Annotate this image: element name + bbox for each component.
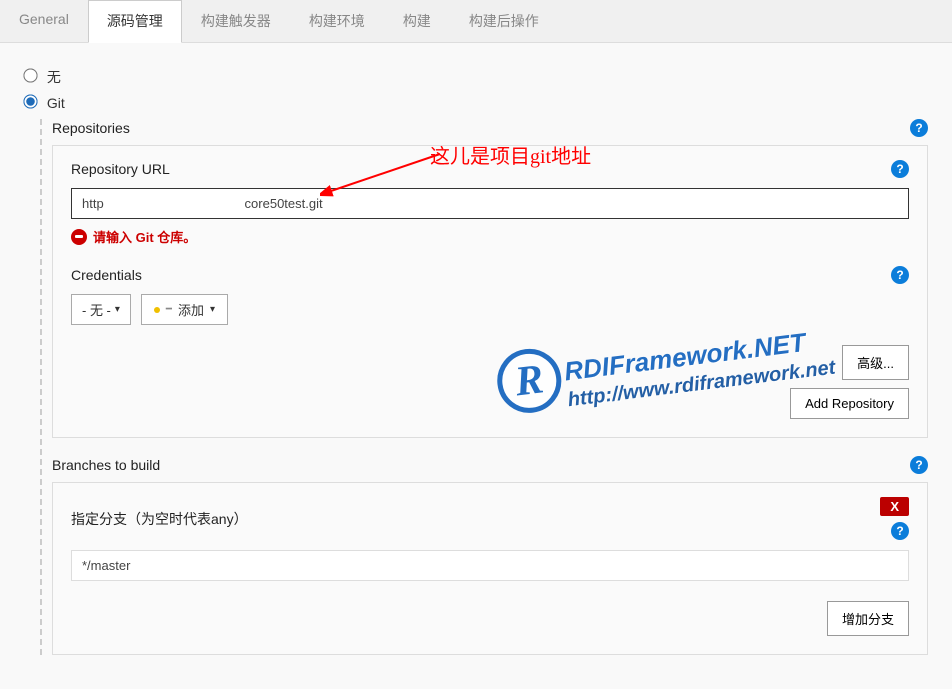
add-cred-label: 添加 <box>178 300 204 319</box>
tabs-bar: General 源码管理 构建触发器 构建环境 构建 构建后操作 <box>0 0 952 43</box>
add-branch-button[interactable]: 增加分支 <box>827 601 909 636</box>
help-icon[interactable]: ? <box>910 119 928 137</box>
add-credentials-button[interactable]: ━ 添加 ▾ <box>141 294 228 325</box>
help-icon[interactable]: ? <box>891 522 909 540</box>
delete-branch-button[interactable]: X <box>880 497 909 516</box>
branch-spec-input[interactable] <box>71 550 909 581</box>
repo-url-error: 请输入 Git 仓库。 <box>93 227 196 246</box>
tab-build-env[interactable]: 构建环境 <box>290 0 384 42</box>
repo-url-label: Repository URL <box>71 161 170 177</box>
repo-url-input[interactable] <box>71 188 909 219</box>
scm-git-label[interactable]: Git <box>24 95 65 111</box>
credentials-label: Credentials <box>71 267 142 283</box>
git-section: Repositories ? Repository URL ? 请输入 Git … <box>40 119 928 655</box>
branch-spec-label: 指定分支（为空时代表any） <box>71 509 248 529</box>
tab-scm[interactable]: 源码管理 <box>88 0 182 43</box>
scm-git-text: Git <box>47 95 65 111</box>
branches-panel: 指定分支（为空时代表any） X ? 增加分支 <box>52 482 928 655</box>
key-icon <box>154 307 160 313</box>
add-repository-button[interactable]: Add Repository <box>790 388 909 419</box>
scm-none-radio[interactable] <box>23 68 37 82</box>
branches-title: Branches to build <box>52 457 160 473</box>
tab-post-build[interactable]: 构建后操作 <box>450 0 558 42</box>
help-icon[interactable]: ? <box>910 456 928 474</box>
repositories-title: Repositories <box>52 120 130 136</box>
error-icon <box>71 229 87 245</box>
advanced-button[interactable]: 高级... <box>842 345 909 380</box>
repositories-panel: Repository URL ? 请输入 Git 仓库。 Credentials… <box>52 145 928 438</box>
help-icon[interactable]: ? <box>891 266 909 284</box>
annotation-arrow-icon <box>320 152 450 202</box>
scm-git-radio[interactable] <box>23 94 37 108</box>
credentials-selected-value: - 无 - <box>82 300 111 319</box>
help-icon[interactable]: ? <box>891 160 909 178</box>
tab-build[interactable]: 构建 <box>384 0 450 42</box>
chevron-down-icon: ▾ <box>210 304 215 315</box>
chevron-down-icon: ▾ <box>115 304 120 315</box>
scm-none-text: 无 <box>47 69 61 85</box>
scm-none-row: 无 <box>24 67 928 87</box>
scm-git-row: Git <box>24 95 928 111</box>
tab-general[interactable]: General <box>0 0 88 42</box>
credentials-select[interactable]: - 无 - ▾ <box>71 294 131 325</box>
tab-triggers[interactable]: 构建触发器 <box>182 0 290 42</box>
key-icon: ━ <box>166 304 172 315</box>
annotation-label: 这儿是项目git地址 <box>430 140 591 169</box>
scm-none-label[interactable]: 无 <box>24 69 61 85</box>
